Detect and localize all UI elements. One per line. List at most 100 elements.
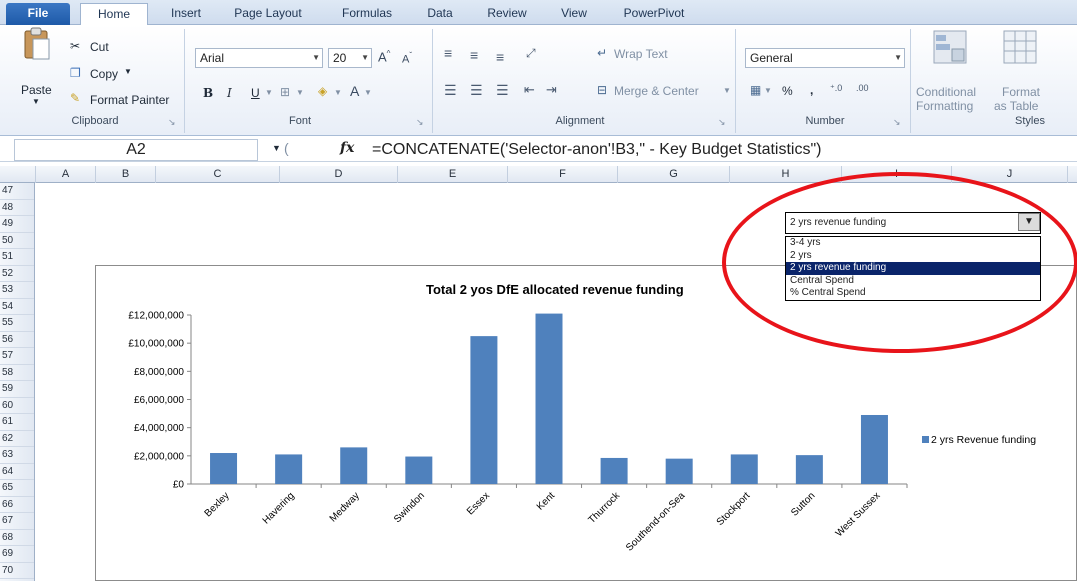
bold-button[interactable]: B [203,86,213,100]
alignment-launcher-icon[interactable]: ↘ [718,117,726,128]
tab-powerpivot[interactable]: PowerPivot [612,3,696,25]
y-tick-label: £12,000,000 [128,311,184,322]
select-all-corner[interactable] [0,166,36,183]
column-header[interactable]: D [280,166,398,183]
row-header[interactable]: 63 [0,447,34,464]
row-header[interactable]: 49 [0,216,34,233]
align-center-icon[interactable]: ☰ [470,82,483,99]
chart-bar [795,455,823,484]
row-header[interactable]: 61 [0,414,34,431]
borders-icon[interactable]: ⊞ [280,85,290,99]
decrease-indent-icon[interactable]: ⇤ [524,82,535,98]
merge-center-button[interactable]: Merge & Center [614,84,699,98]
borders-dropdown-icon[interactable]: ▼ [296,88,304,97]
red-highlight-ellipse [722,172,1077,353]
clipboard-launcher-icon[interactable]: ↘ [168,117,176,128]
row-header[interactable]: 64 [0,464,34,480]
row-header[interactable]: 65 [0,480,34,497]
row-header[interactable]: 51 [0,249,34,266]
format-painter-button[interactable]: Format Painter [90,93,169,107]
row-header[interactable]: 47 [0,183,34,200]
row-header[interactable]: 48 [0,200,34,216]
column-header[interactable]: A [36,166,96,183]
row-header[interactable]: 55 [0,315,34,332]
underline-dropdown-icon[interactable]: ▼ [265,88,273,97]
separator [735,29,736,133]
copy-dropdown-icon[interactable]: ▼ [124,67,132,76]
merge-dropdown-icon[interactable]: ▼ [723,86,731,95]
underline-button[interactable]: U [251,86,260,100]
name-box[interactable]: A2 [14,139,258,161]
legend-swatch [922,436,929,443]
row-header[interactable]: 70 [0,563,34,579]
row-header[interactable]: 54 [0,299,34,315]
increase-indent-icon[interactable]: ⇥ [546,82,557,98]
conditional-formatting-button[interactable]: Conditional Formatting [914,27,986,113]
insert-function-button[interactable]: fx [340,140,354,156]
grow-font-icon[interactable]: A^ [378,49,390,64]
column-header[interactable]: C [156,166,280,183]
wrap-text-icon: ↵ [597,46,608,60]
number-group-label: Number [805,115,845,127]
column-header[interactable]: G [618,166,730,183]
format-as-table-button[interactable]: Format as Table [988,27,1052,113]
comma-button[interactable]: , [810,83,813,97]
row-header[interactable]: 69 [0,546,34,563]
column-header[interactable]: B [96,166,156,183]
row-header[interactable]: 52 [0,266,34,282]
column-header[interactable]: E [398,166,508,183]
fill-dropdown-icon[interactable]: ▼ [334,88,342,97]
row-header[interactable]: 66 [0,497,34,513]
wrap-text-button[interactable]: Wrap Text [614,47,668,61]
row-header[interactable]: 57 [0,348,34,365]
row-header[interactable]: 62 [0,431,34,447]
tab-file[interactable]: File [6,3,70,25]
shrink-font-icon[interactable]: Aˇ [402,51,412,66]
font-color-dropdown-icon[interactable]: ▼ [364,88,372,97]
font-size-combo[interactable]: 20 ▼ [328,48,372,68]
font-color-icon[interactable]: A [350,83,359,99]
name-box-dropdown-icon[interactable]: ▼ [272,143,281,153]
increase-decimal-icon[interactable]: ⁺.0 [830,83,842,94]
tab-page-layout[interactable]: Page Layout [222,3,314,25]
number-launcher-icon[interactable]: ↘ [893,117,901,128]
separator [184,29,185,133]
formula-input[interactable]: =CONCATENATE('Selector-anon'!B3," - Key … [372,139,821,161]
tab-insert[interactable]: Insert [160,3,212,25]
tab-view[interactable]: View [552,3,596,25]
orientation-icon[interactable]: ⤢ [526,46,536,61]
align-middle-icon[interactable]: ≡ [470,47,478,63]
row-header[interactable]: 50 [0,233,34,249]
currency-dropdown-icon[interactable]: ▼ [764,86,772,95]
align-right-icon[interactable]: ☰ [496,82,509,99]
clipboard-group-label: Clipboard [71,115,119,127]
font-launcher-icon[interactable]: ↘ [416,117,424,128]
row-header[interactable]: 53 [0,282,34,299]
row-header[interactable]: 58 [0,365,34,381]
row-header[interactable]: 59 [0,381,34,398]
currency-icon[interactable]: ▦ [750,83,761,97]
row-header[interactable]: 56 [0,332,34,348]
align-top-icon[interactable]: ≡ [444,45,452,61]
align-left-icon[interactable]: ☰ [444,82,457,99]
decrease-decimal-icon[interactable]: .00 [856,83,869,93]
tab-review[interactable]: Review [478,3,536,25]
tab-data[interactable]: Data [418,3,462,25]
cut-button[interactable]: Cut [90,40,109,54]
row-header[interactable]: 68 [0,530,34,546]
copy-button[interactable]: Copy [90,67,118,81]
tab-formulas[interactable]: Formulas [330,3,404,25]
italic-button[interactable]: I [227,86,232,100]
tab-home[interactable]: Home [80,3,148,26]
column-header[interactable]: F [508,166,618,183]
y-tick-label: £4,000,000 [134,423,184,434]
percent-button[interactable]: % [782,84,793,98]
format-table-icon [1003,30,1037,64]
row-header[interactable]: 60 [0,398,34,414]
align-bottom-icon[interactable]: ≡ [496,49,504,65]
number-format-combo[interactable]: General ▼ [745,48,905,68]
font-name-combo[interactable]: Arial ▼ [195,48,323,68]
fill-color-icon[interactable]: ◈ [318,84,327,98]
row-header[interactable]: 67 [0,513,34,530]
paste-button[interactable]: Paste ▼ [18,27,58,106]
